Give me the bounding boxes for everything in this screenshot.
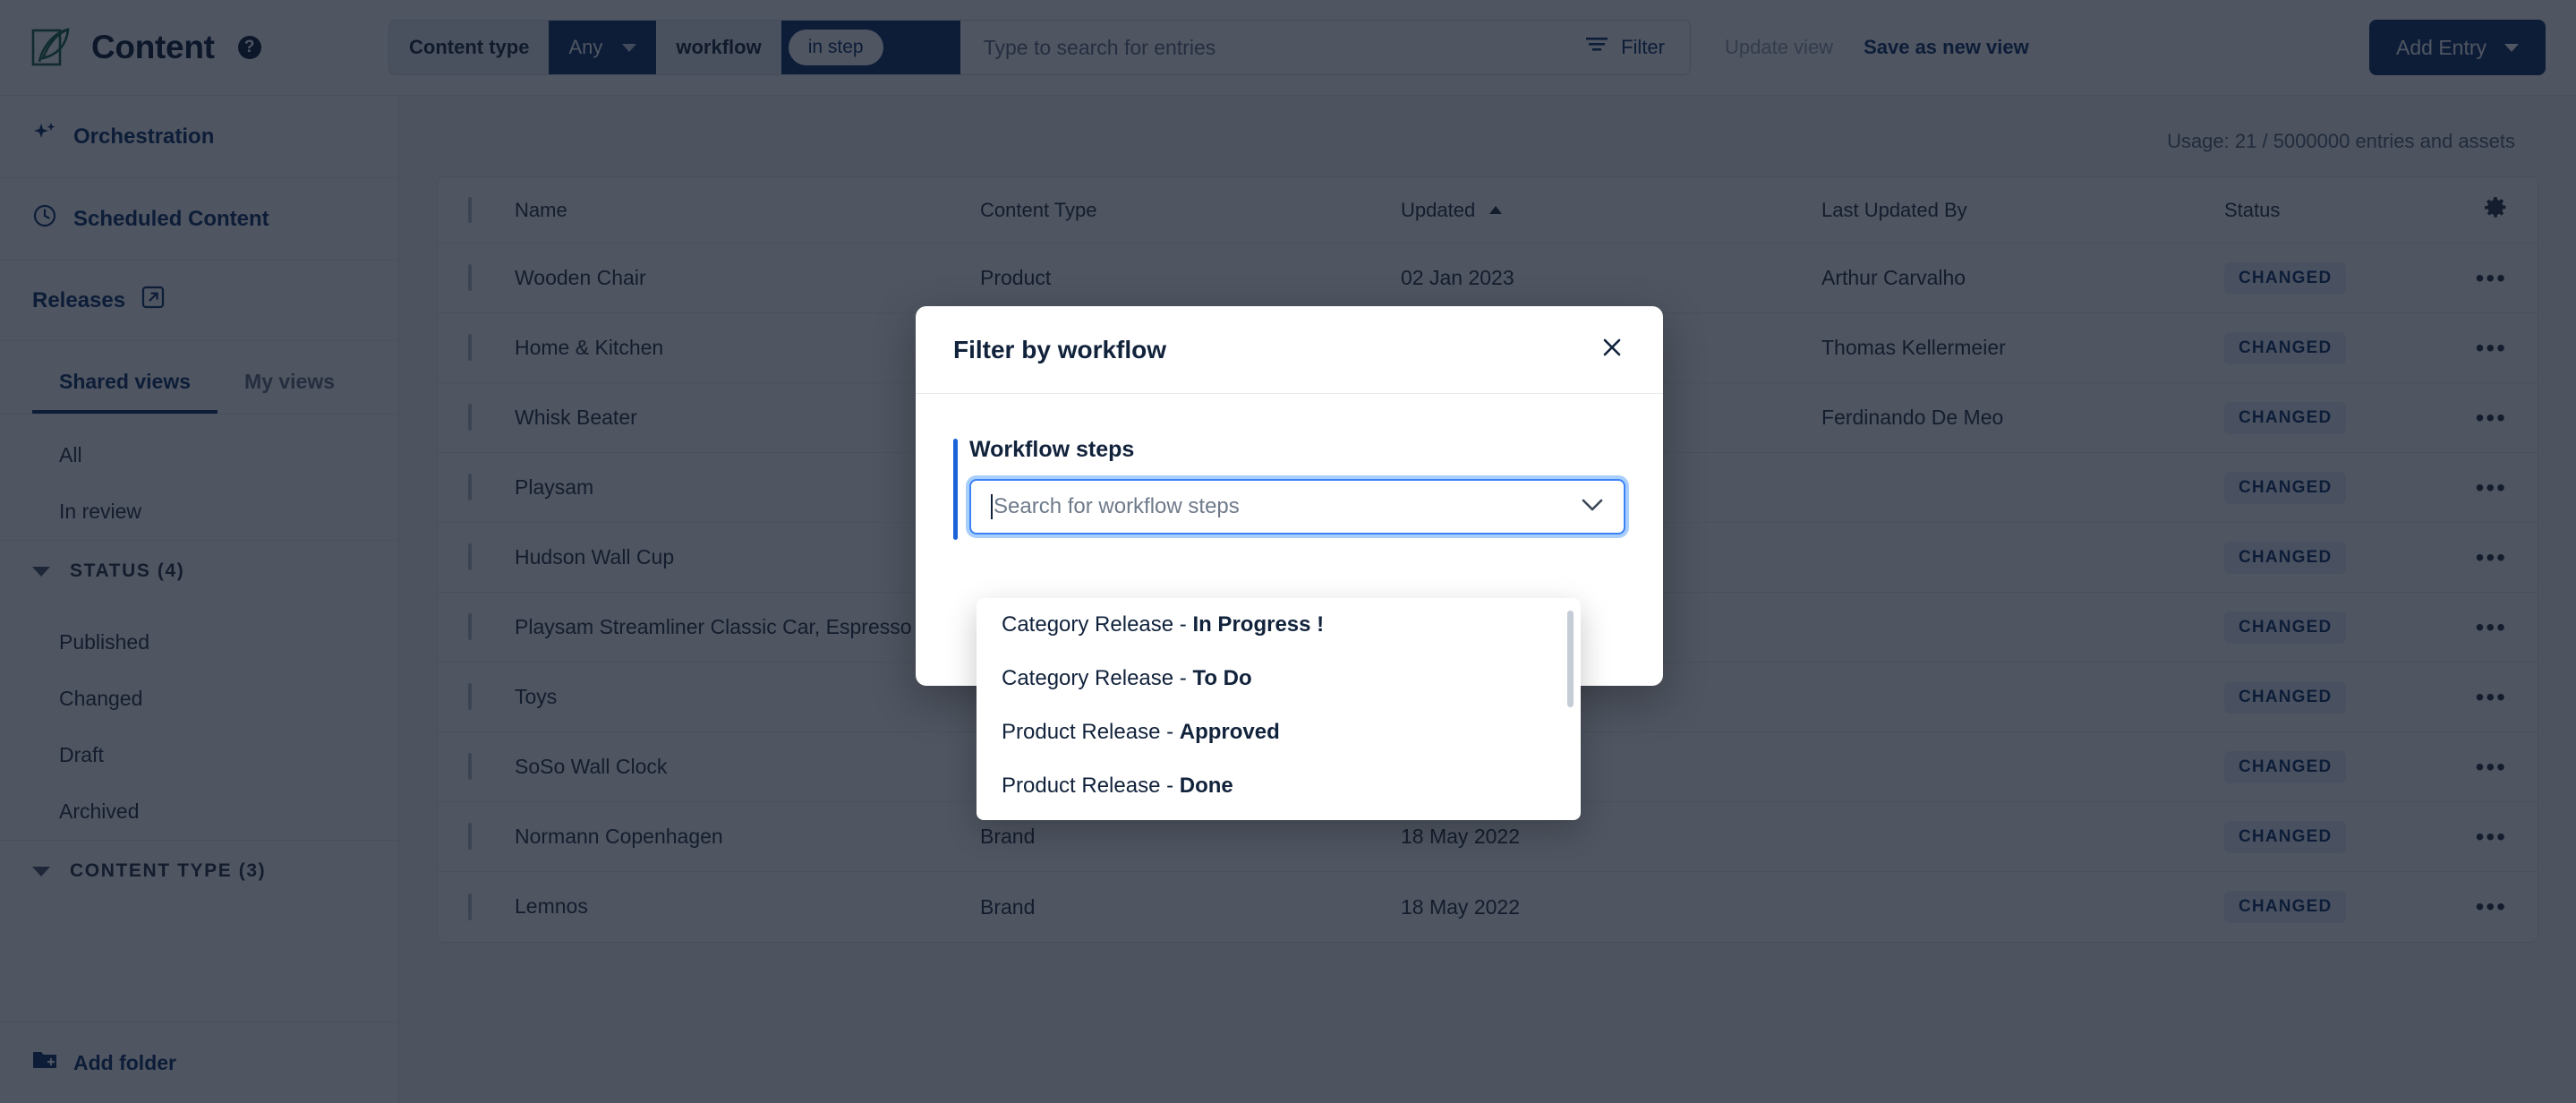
option-prefix: Product Release - [1002, 774, 1180, 798]
dropdown-scroll-area[interactable]: Category Release - In Progress ! Category… [977, 598, 1581, 820]
modal-header: Filter by workflow [916, 306, 1663, 394]
option-step: In Progress ! [1192, 612, 1325, 637]
option-step: To Do [1192, 666, 1252, 690]
option-prefix: Category Release - [1002, 666, 1193, 690]
modal-title: Filter by workflow [953, 335, 1167, 363]
workflow-steps-search-input[interactable]: Search for workflow steps [969, 479, 1625, 534]
text-cursor [991, 494, 993, 519]
workflow-steps-placeholder: Search for workflow steps [994, 494, 1240, 518]
option-prefix: Category Release - [1002, 612, 1193, 637]
dropdown-scrollbar-track[interactable] [1567, 603, 1577, 815]
dropdown-option[interactable]: Category Release - To Do [977, 652, 1581, 705]
chevron-down-icon[interactable] [1581, 498, 1604, 517]
option-prefix: Product Release - [1002, 720, 1180, 744]
dropdown-scrollbar-thumb[interactable] [1567, 611, 1574, 707]
workflow-steps-field: Workflow steps Search for workflow steps [953, 437, 1625, 540]
field-accent-bar [953, 439, 958, 540]
dropdown-option[interactable]: Product Release - Approved [977, 705, 1581, 759]
workflow-steps-dropdown[interactable]: Category Release - In Progress ! Category… [977, 598, 1581, 820]
dropdown-option[interactable]: Product Release - Done [977, 759, 1581, 813]
close-icon[interactable] [1599, 334, 1625, 365]
option-step: Approved [1179, 720, 1280, 744]
workflow-steps-label: Workflow steps [969, 437, 1135, 462]
dropdown-option[interactable]: Category Release - In Progress ! [977, 598, 1581, 652]
option-step: Done [1179, 774, 1233, 798]
dropdown-option[interactable]: Product Release - In Progress [977, 813, 1581, 820]
modal-body: Workflow steps Search for workflow steps [916, 394, 1663, 540]
